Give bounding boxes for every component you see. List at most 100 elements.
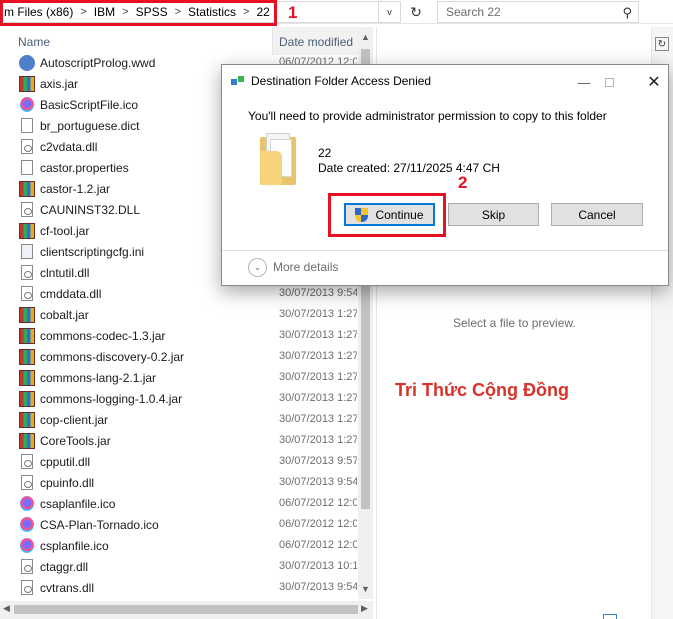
jar-file-icon	[19, 349, 35, 365]
file-row[interactable]: CSA-Plan-Tornado.ico 06/07/2012 12:0	[0, 515, 358, 536]
file-date-modified: 30/07/2013 9:54	[279, 581, 357, 593]
chevron-right-icon: >	[174, 6, 182, 18]
settings-file-icon	[21, 244, 33, 259]
file-row[interactable]: cpputil.dll 30/07/2013 9:57	[0, 452, 358, 473]
cancel-button[interactable]: Cancel	[551, 203, 643, 226]
uac-shield-icon	[355, 207, 369, 222]
refresh-button[interactable]: ↻	[403, 1, 429, 23]
refresh-icon[interactable]: ↻	[655, 37, 669, 51]
file-name: csaplanfile.ico	[40, 497, 116, 511]
file-date-modified: 30/07/2013 9:54	[279, 287, 357, 299]
search-input[interactable]: Search 22 ⚲	[437, 1, 639, 23]
access-denied-dialog: Destination Folder Access Denied — ✕ You…	[221, 64, 669, 286]
file-row[interactable]: csplanfile.ico 06/07/2012 12:0	[0, 536, 358, 557]
file-date-modified: 30/07/2013 1:27	[279, 350, 357, 362]
dll-file-icon	[21, 202, 33, 217]
jar-file-icon	[19, 412, 35, 428]
breadcrumb-ibm[interactable]: IBM	[90, 5, 119, 19]
dll-file-icon	[21, 286, 33, 301]
address-history-dropdown[interactable]: v	[379, 1, 401, 23]
file-row[interactable]: cpuinfo.dll 30/07/2013 9:54	[0, 473, 358, 494]
file-date-modified: 30/07/2013 1:27	[279, 329, 357, 341]
watermark-text: Tri Thức Cộng Đồng	[395, 380, 570, 400]
file-row[interactable]: cvtrans.dll 30/07/2013 9:54	[0, 578, 358, 599]
file-row[interactable]: cop-client.jar 30/07/2013 1:27	[0, 410, 358, 431]
breadcrumb-spss[interactable]: SPSS	[132, 5, 172, 19]
file-date-modified: 06/07/2012 12:0	[279, 539, 357, 551]
folder-icon	[260, 133, 298, 187]
file-name: clientscriptingcfg.ini	[40, 245, 145, 259]
file-name: AutoscriptProlog.wwd	[40, 56, 156, 70]
breadcrumb-statistics[interactable]: Statistics	[184, 5, 240, 19]
jar-file-icon	[19, 391, 35, 407]
column-header-name[interactable]: Name	[18, 35, 50, 49]
file-row[interactable]: cmddata.dll 30/07/2013 9:54	[0, 284, 358, 305]
dialog-title-bar[interactable]: Destination Folder Access Denied — ✕	[231, 73, 661, 91]
file-row[interactable]: CoreTools.jar 30/07/2013 1:27	[0, 431, 358, 452]
file-list-header: Name Date modified	[0, 27, 360, 55]
annotation-mark-2: 2	[458, 173, 468, 192]
file-name: CAUNINST32.DLL	[40, 203, 141, 217]
skip-button[interactable]: Skip	[448, 203, 539, 226]
file-name: axis.jar	[40, 77, 79, 91]
file-date-modified: 06/07/2012 12:0	[279, 497, 357, 509]
file-name: cvtrans.dll	[40, 581, 95, 595]
jar-file-icon	[19, 76, 35, 92]
dll-file-icon	[21, 559, 33, 574]
column-header-date-modified[interactable]: Date modified	[279, 35, 353, 49]
script-file-icon	[19, 55, 35, 71]
file-row[interactable]: commons-logging-1.0.4.jar 30/07/2013 1:27	[0, 389, 358, 410]
file-row[interactable]: ctaggr.dll 30/07/2013 10:1	[0, 557, 358, 578]
file-row[interactable]: commons-discovery-0.2.jar 30/07/2013 1:27	[0, 347, 358, 368]
horizontal-scroll-thumb[interactable]	[14, 605, 358, 614]
close-button[interactable]: ✕	[639, 71, 669, 93]
dialog-message: You'll need to provide administrator per…	[248, 109, 607, 123]
file-name: commons-logging-1.0.4.jar	[40, 392, 183, 406]
file-date-modified: 30/07/2013 9:57	[279, 455, 357, 467]
more-details-toggle[interactable]: ⌄ More details	[248, 257, 338, 277]
column-divider[interactable]	[272, 27, 273, 55]
file-name: cmddata.dll	[40, 287, 102, 301]
file-date-modified: 30/07/2013 1:27	[279, 392, 357, 404]
breadcrumb-program-files[interactable]: m Files (x86)	[0, 5, 77, 19]
file-date-modified: 30/07/2013 1:27	[279, 413, 357, 425]
continue-button[interactable]: Continue	[344, 203, 435, 226]
file-name: CSA-Plan-Tornado.ico	[40, 518, 159, 532]
more-details-label: More details	[273, 260, 339, 274]
file-date-modified: 30/07/2013 1:27	[279, 371, 357, 383]
file-date-modified: 06/07/2012 12:0	[279, 518, 357, 530]
scroll-down-icon[interactable]: ▼	[361, 584, 370, 594]
chevron-down-icon: v	[387, 7, 392, 17]
scroll-left-icon[interactable]: ◀	[3, 603, 10, 614]
breadcrumb[interactable]: m Files (x86) > IBM > SPSS > Statistics …	[0, 1, 379, 23]
file-name: cop-client.jar	[40, 413, 109, 427]
file-name: c2vdata.dll	[40, 140, 98, 154]
maximize-icon	[604, 77, 614, 87]
breadcrumb-22[interactable]: 22	[252, 5, 273, 19]
dll-file-icon	[21, 454, 33, 469]
scroll-right-icon[interactable]: ▶	[361, 603, 368, 614]
file-name: castor-1.2.jar	[40, 182, 111, 196]
file-name: cf-tool.jar	[40, 224, 90, 238]
dll-file-icon	[21, 265, 33, 280]
file-name: cpuinfo.dll	[40, 476, 95, 490]
file-row[interactable]: commons-codec-1.3.jar 30/07/2013 1:27	[0, 326, 358, 347]
file-name: br_portuguese.dict	[40, 119, 140, 133]
jar-file-icon	[19, 370, 35, 386]
folder-name: 22	[318, 146, 332, 160]
close-icon: ✕	[647, 74, 661, 91]
jar-file-icon	[19, 328, 35, 344]
file-row[interactable]: commons-lang-2.1.jar 30/07/2013 1:27	[0, 368, 358, 389]
file-row[interactable]: cobalt.jar 30/07/2013 1:27	[0, 305, 358, 326]
file-row[interactable]: csaplanfile.ico 06/07/2012 12:0	[0, 494, 358, 515]
scroll-up-icon[interactable]: ▲	[361, 32, 370, 42]
dll-file-icon	[21, 580, 33, 595]
file-date-modified: 30/07/2013 1:27	[279, 308, 357, 320]
chevron-right-icon: >	[243, 6, 250, 18]
file-date-modified: 30/07/2013 10:1	[279, 560, 357, 572]
file-date-modified: 30/07/2013 9:54	[279, 476, 357, 488]
checkbox-edge	[603, 614, 617, 619]
file-name: cobalt.jar	[40, 308, 89, 322]
preview-empty-text: Select a file to preview.	[453, 316, 576, 330]
chevron-right-icon: >	[122, 6, 129, 18]
